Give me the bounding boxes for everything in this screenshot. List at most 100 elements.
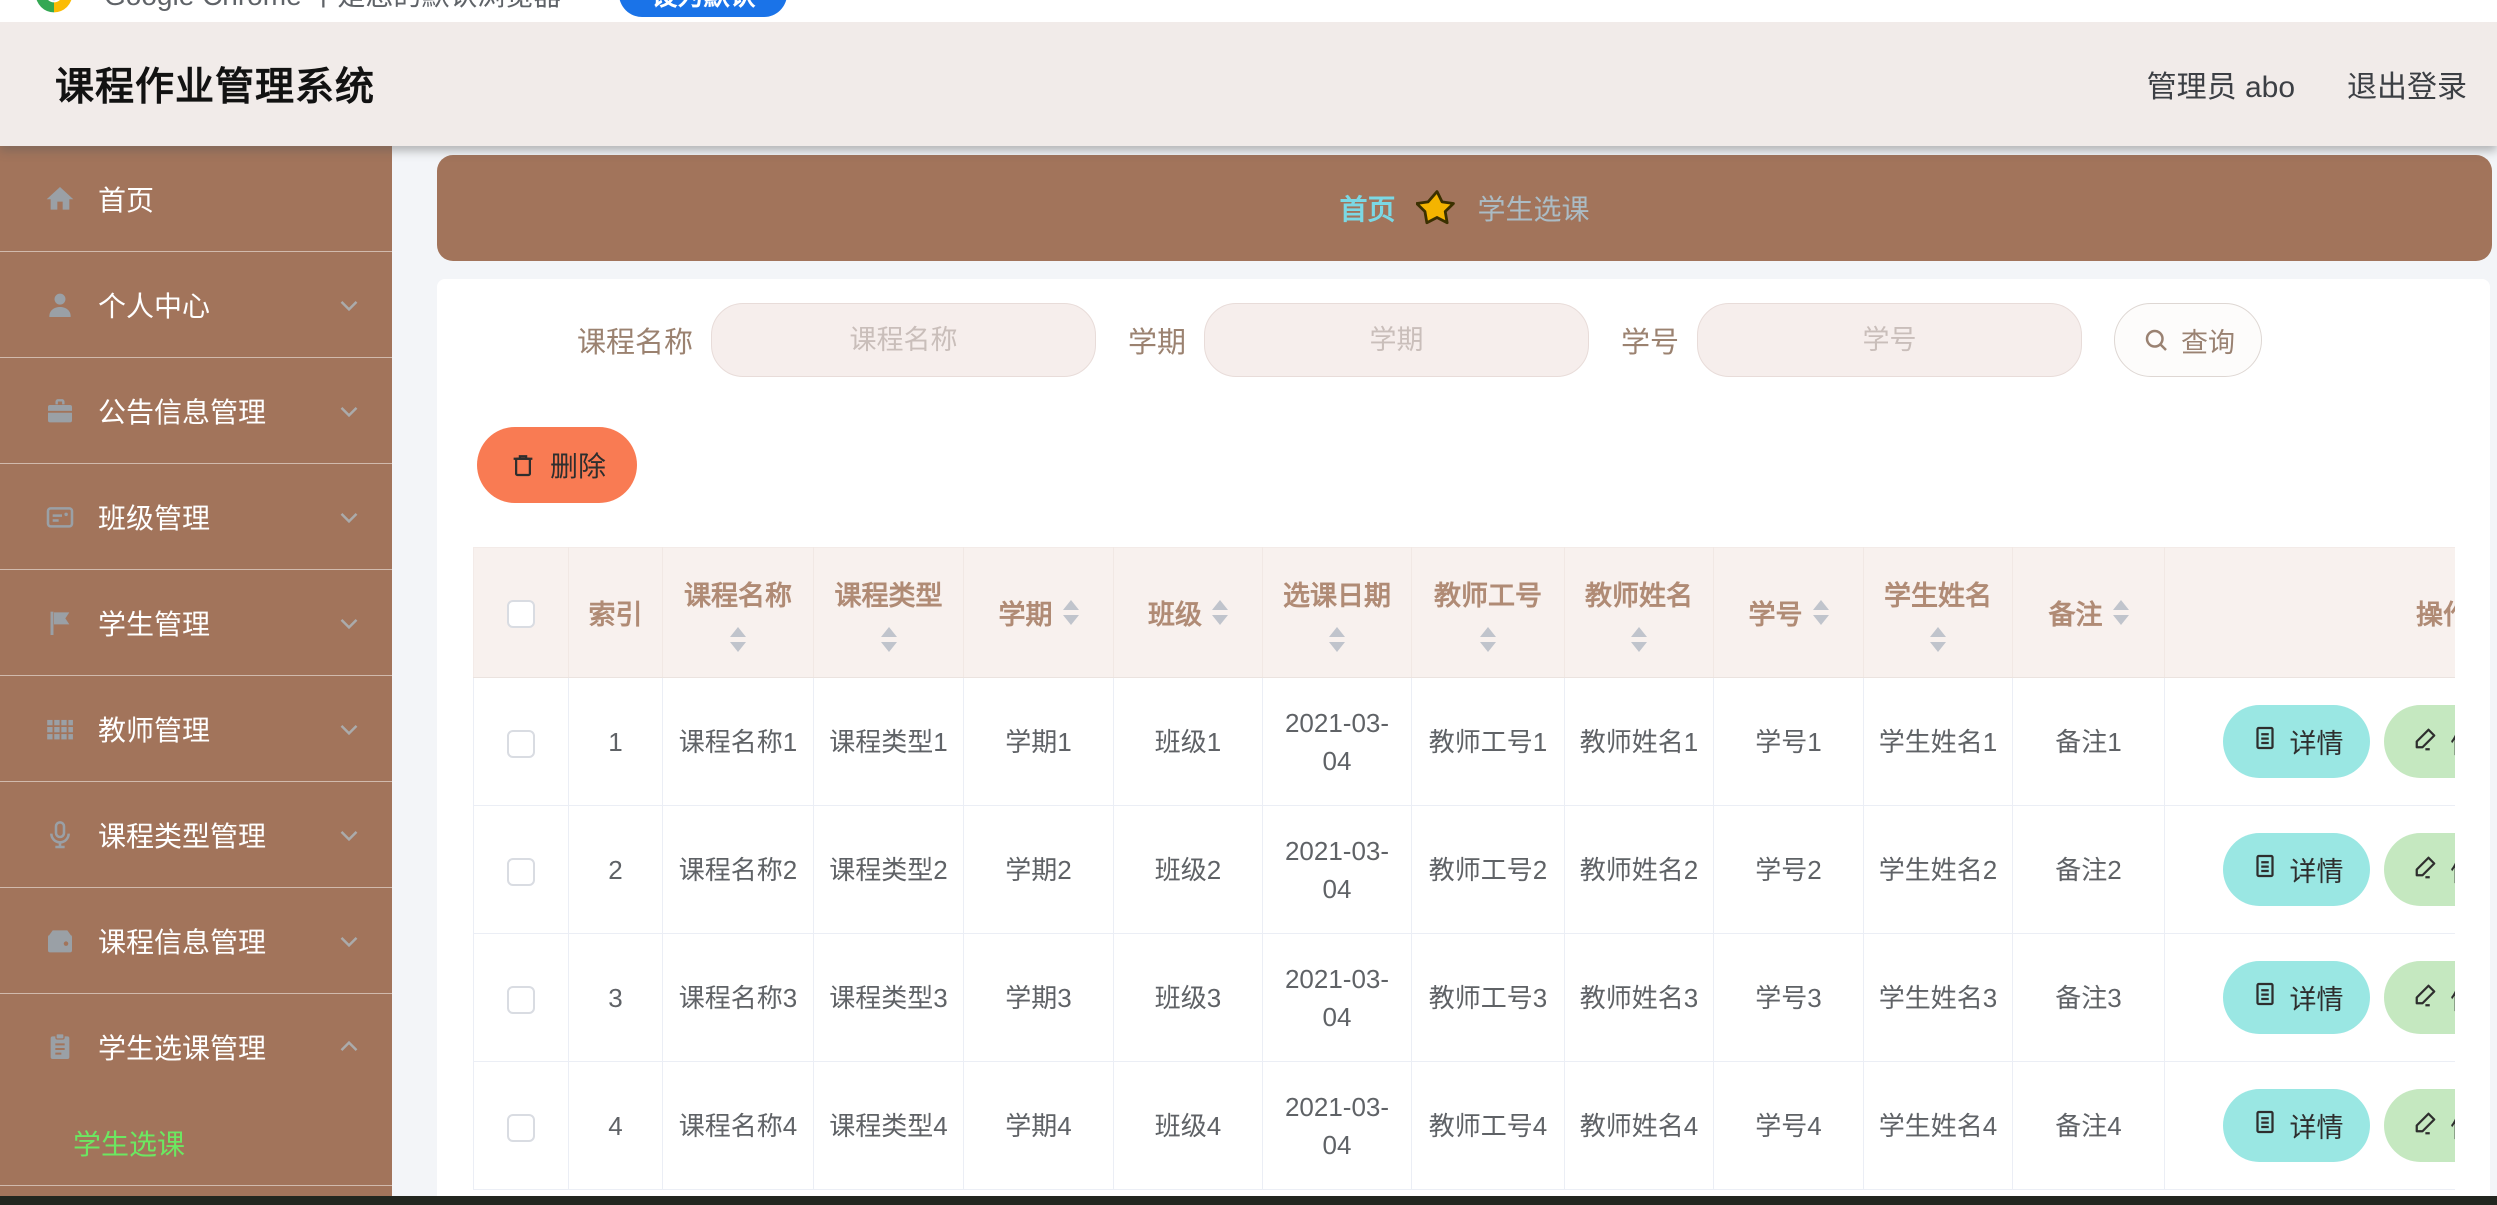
cell-term: 学期3 (964, 934, 1114, 1062)
col-header-student_no[interactable]: 学号 (1714, 548, 1864, 678)
sidebar-item-8[interactable]: 课程信息管理 (0, 888, 392, 994)
logout-button[interactable]: 退出登录 (2347, 62, 2467, 106)
sidebar-item-label: 公告信息管理 (98, 391, 334, 431)
sidebar-item-label: 教师管理 (98, 709, 334, 749)
sort-caret-icon[interactable] (1480, 627, 1496, 652)
row-checkbox[interactable] (507, 730, 535, 758)
cell-clazz: 班级2 (1114, 806, 1263, 934)
chrome-logo-icon (32, 0, 76, 16)
select-all-checkbox[interactable] (507, 600, 535, 628)
row-actions-cell: 详情修改 (2165, 678, 2456, 806)
content-card: 课程名称学期学号 查询 删除 索引课程名称课程类型学期班级选课日期教师工号教师姓… (437, 279, 2490, 1205)
sidebar-item-4[interactable]: 班级管理 (0, 464, 392, 570)
set-default-button[interactable]: 设为默认 (619, 0, 787, 17)
cell-teacher_name: 教师姓名1 (1565, 678, 1714, 806)
col-header-course_type[interactable]: 课程类型 (814, 548, 964, 678)
sidebar-item-2[interactable]: 个人中心 (0, 252, 392, 358)
infobar-message: Google Chrome 不是您的默认浏览器 (104, 0, 561, 14)
cell-student_name: 学生姓名3 (1864, 934, 2013, 1062)
row-select-cell (474, 806, 569, 934)
filter-label-1: 课程名称 (577, 319, 693, 361)
sort-caret-icon[interactable] (1930, 627, 1946, 652)
sort-caret-icon[interactable] (881, 627, 897, 652)
microphone-icon (44, 819, 76, 851)
screen: Google Chrome 不是您的默认浏览器 设为默认 课程作业管理系统 管理… (0, 0, 2497, 1205)
data-table: 索引课程名称课程类型学期班级选课日期教师工号教师姓名学号学生姓名备注操作1课程名… (473, 547, 2455, 1190)
row-select-cell (474, 1062, 569, 1190)
edit-button[interactable]: 修改 (2384, 961, 2455, 1034)
detail-button[interactable]: 详情 (2223, 833, 2370, 906)
detail-button[interactable]: 详情 (2223, 1089, 2370, 1162)
search-icon (2141, 325, 2171, 355)
cell-remark: 备注2 (2013, 806, 2165, 934)
sidebar-item-label: 课程类型管理 (98, 815, 334, 855)
sort-caret-icon[interactable] (1212, 600, 1228, 625)
filter-input-1[interactable] (711, 303, 1096, 377)
edit-button[interactable]: 修改 (2384, 705, 2455, 778)
row-checkbox[interactable] (507, 986, 535, 1014)
cell-student_no: 学号3 (1714, 934, 1864, 1062)
edit-button[interactable]: 修改 (2384, 833, 2455, 906)
search-button[interactable]: 查询 (2114, 303, 2262, 377)
sidebar-item-3[interactable]: 公告信息管理 (0, 358, 392, 464)
breadcrumb-home[interactable]: 首页 (1339, 188, 1395, 228)
cell-index: 3 (569, 934, 663, 1062)
row-actions-cell: 详情修改 (2165, 806, 2456, 934)
table-row: 3课程名称3课程类型3学期3班级32021-03-04教师工号3教师姓名3学号3… (474, 934, 2456, 1062)
col-header-clazz[interactable]: 班级 (1114, 548, 1263, 678)
col-header-remark[interactable]: 备注 (2013, 548, 2165, 678)
cell-student_no: 学号1 (1714, 678, 1864, 806)
col-header-teacher_name[interactable]: 教师姓名 (1565, 548, 1714, 678)
row-actions-cell: 详情修改 (2165, 934, 2456, 1062)
sidebar: 首页个人中心公告信息管理班级管理学生管理 教师管理课程类型管理课程信息管理学生选… (0, 146, 392, 1205)
col-header-course_name[interactable]: 课程名称 (663, 548, 814, 678)
sidebar-subitem-1[interactable]: 学生选课 (0, 1100, 392, 1185)
cell-teacher_name: 教师姓名3 (1565, 934, 1714, 1062)
sort-caret-icon[interactable] (730, 627, 746, 652)
delete-button[interactable]: 删除 (477, 427, 637, 503)
col-header-pick_date[interactable]: 选课日期 (1263, 548, 1412, 678)
cell-clazz: 班级4 (1114, 1062, 1263, 1190)
sidebar-item-6[interactable]: 教师管理 (0, 676, 392, 782)
sidebar-item-5[interactable]: 学生管理 (0, 570, 392, 676)
flag-icon (44, 607, 76, 639)
row-checkbox[interactable] (507, 1114, 535, 1142)
col-header-student_name[interactable]: 学生姓名 (1864, 548, 2013, 678)
row-checkbox[interactable] (507, 858, 535, 886)
sidebar-item-label: 学生管理 (98, 603, 334, 643)
sidebar-item-7[interactable]: 课程类型管理 (0, 782, 392, 888)
filter-input-wrap-2 (1204, 303, 1589, 377)
sort-caret-icon[interactable] (1631, 627, 1647, 652)
col-header-teacher_no[interactable]: 教师工号 (1412, 548, 1565, 678)
sort-caret-icon[interactable] (1329, 627, 1345, 652)
sidebar-item-9[interactable]: 学生选课管理 (0, 994, 392, 1100)
cell-index: 2 (569, 806, 663, 934)
sort-caret-icon[interactable] (2113, 600, 2129, 625)
detail-button[interactable]: 详情 (2223, 961, 2370, 1034)
cell-remark: 备注4 (2013, 1062, 2165, 1190)
sidebar-item-1[interactable]: 首页 (0, 146, 392, 252)
filter-label-3: 学号 (1621, 319, 1679, 361)
cell-student_name: 学生姓名2 (1864, 806, 2013, 934)
cell-course_name: 课程名称4 (663, 1062, 814, 1190)
sidebar-item-label: 班级管理 (98, 497, 334, 537)
cell-course_type: 课程类型3 (814, 934, 964, 1062)
row-actions-cell: 详情修改 (2165, 1062, 2456, 1190)
col-header-index: 索引 (569, 548, 663, 678)
cell-pick_date: 2021-03-04 (1263, 806, 1412, 934)
sort-caret-icon[interactable] (1063, 600, 1079, 625)
detail-button[interactable]: 详情 (2223, 705, 2370, 778)
cell-pick_date: 2021-03-04 (1263, 678, 1412, 806)
table-header-row: 索引课程名称课程类型学期班级选课日期教师工号教师姓名学号学生姓名备注操作 (474, 548, 2456, 678)
briefcase-icon (44, 395, 76, 427)
edit-button[interactable]: 修改 (2384, 1089, 2455, 1162)
chevron-down-icon (334, 290, 364, 320)
sort-caret-icon[interactable] (1813, 600, 1829, 625)
cell-index: 1 (569, 678, 663, 806)
filter-input-2[interactable] (1204, 303, 1589, 377)
cell-clazz: 班级3 (1114, 934, 1263, 1062)
col-header-term[interactable]: 学期 (964, 548, 1114, 678)
cell-student_no: 学号2 (1714, 806, 1864, 934)
filter-input-3[interactable] (1697, 303, 2082, 377)
table-row: 1课程名称1课程类型1学期1班级12021-03-04教师工号1教师姓名1学号1… (474, 678, 2456, 806)
